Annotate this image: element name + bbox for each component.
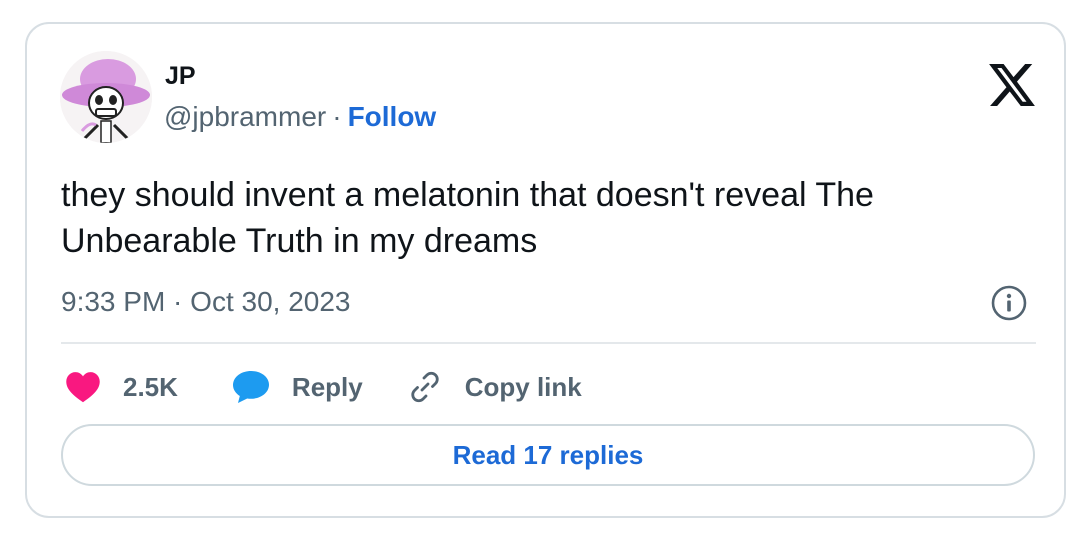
info-icon[interactable] (990, 284, 1028, 322)
skeleton-avatar-icon (60, 51, 152, 143)
action-bar: 2.5K Reply Copy link (65, 364, 582, 410)
link-icon (411, 371, 439, 403)
tweet-card: JP @jpbrammer · Follow they should invent … (25, 22, 1066, 518)
follow-button[interactable]: Follow (348, 101, 437, 132)
author-name[interactable]: JP (165, 64, 196, 89)
avatar[interactable] (60, 51, 152, 143)
x-logo-icon[interactable] (989, 64, 1035, 106)
heart-icon (66, 372, 100, 403)
reply-label: Reply (291, 371, 363, 402)
separator-dot: · (332, 101, 342, 132)
divider (61, 342, 1036, 344)
copy-link-label: Copy link (464, 371, 582, 402)
reply-button[interactable]: Reply (232, 370, 363, 404)
tweet-timestamp[interactable]: 9:33 PM · Oct 30, 2023 (61, 286, 351, 318)
speech-bubble-icon (232, 371, 269, 403)
like-button[interactable]: 2.5K (65, 371, 178, 403)
copy-link-button[interactable]: Copy link (407, 369, 582, 405)
read-replies-button[interactable]: Read 17 replies (61, 424, 1035, 486)
like-count: 2.5K (123, 371, 178, 402)
handle-row: @jpbrammer · Follow (164, 101, 437, 133)
tweet-text: they should invent a melatonin that does… (61, 176, 874, 260)
author-handle[interactable]: @jpbrammer (164, 101, 326, 132)
